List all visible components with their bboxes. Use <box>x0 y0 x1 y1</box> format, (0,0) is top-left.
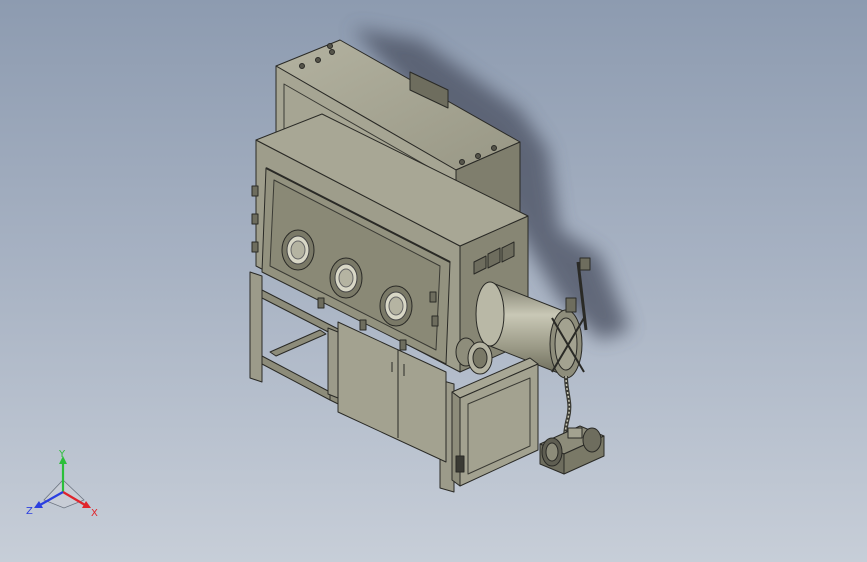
cad-viewport[interactable] <box>0 0 867 562</box>
y-axis-label: Y <box>58 449 66 460</box>
x-axis-label: X <box>91 508 98 519</box>
axis-triad: Y X Z <box>26 449 98 519</box>
glove-port-3[interactable] <box>379 285 413 327</box>
z-axis-label: Z <box>26 506 33 517</box>
glove-port-1[interactable] <box>281 229 315 271</box>
electrical-cabinet[interactable] <box>451 357 539 487</box>
glove-port-2[interactable] <box>329 257 363 299</box>
vacuum-pump[interactable] <box>539 425 605 475</box>
